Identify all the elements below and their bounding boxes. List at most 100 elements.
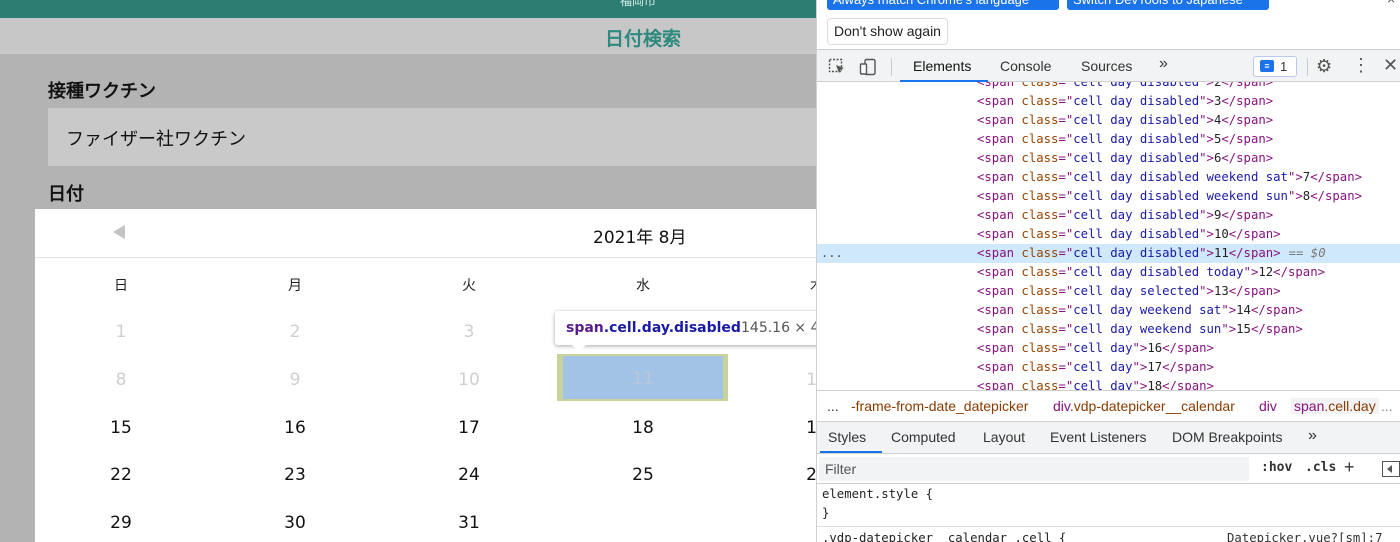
close-icon[interactable]: ✕ — [1383, 55, 1398, 76]
tab-computed[interactable]: Computed — [891, 429, 956, 445]
prev-month-icon[interactable] — [113, 225, 125, 239]
node-text: 11 — [1213, 246, 1229, 260]
vaccine-select[interactable]: ファイザー社ワクチン — [48, 108, 816, 166]
crumb-tag: div — [1053, 398, 1070, 414]
tab-console[interactable]: Console — [1000, 58, 1051, 74]
hov-button[interactable]: :hov — [1261, 460, 1292, 475]
dom-node[interactable]: <span class="cell day weekend sun">15</s… — [817, 320, 1400, 339]
source-link[interactable]: Datepicker.vue?[sm]:7 — [1227, 531, 1382, 542]
dom-node[interactable]: <span class="cell day">18</span> — [817, 377, 1400, 390]
tooltip-class: .cell.day.disabled — [603, 320, 741, 336]
breadcrumb-trailing[interactable]: ... — [1381, 398, 1393, 414]
breadcrumb-calendar[interactable]: div.vdp-datepicker__calendar — [1053, 398, 1235, 414]
attr-close: "> — [1199, 246, 1214, 260]
elements-tree[interactable]: <span class="cell day disabled">2</span>… — [817, 82, 1400, 390]
switch-language-button[interactable]: Switch DevTools to Japanese — [1067, 0, 1269, 10]
attr-close: "> — [1199, 82, 1214, 89]
more-subtabs-icon[interactable]: » — [1308, 427, 1317, 445]
day-cell[interactable]: 26 — [787, 465, 816, 485]
attr-name: class — [1021, 303, 1059, 317]
close-tag: </span> — [1228, 246, 1281, 260]
tab-sources[interactable]: Sources — [1081, 58, 1132, 74]
filter-input[interactable] — [819, 457, 1249, 481]
day-cell[interactable]: 29 — [91, 513, 151, 533]
tab-dom-breakpoints[interactable]: DOM Breakpoints — [1172, 429, 1282, 445]
breadcrumb-frame[interactable]: -frame-from-date_datepicker — [851, 398, 1028, 414]
attr-eq: =" — [1058, 189, 1074, 203]
day-cell: 3 — [463, 322, 475, 342]
device-toolbar-icon[interactable] — [859, 58, 877, 80]
attr-value: cell day — [1073, 341, 1133, 355]
dom-node[interactable]: <span class="cell day">17</span> — [817, 358, 1400, 377]
attr-close: "> — [1287, 170, 1303, 184]
dom-node-markup: <span class="cell day disabled weekend s… — [977, 187, 1362, 206]
day-cell[interactable]: 30 — [265, 513, 325, 533]
attr-close: "> — [1132, 341, 1148, 355]
open-tag: <span — [977, 113, 1022, 127]
day-cell[interactable]: 19 — [787, 418, 816, 438]
day-cell[interactable]: 22 — [91, 465, 151, 485]
dom-node[interactable]: <span class="cell day disabled">3</span> — [817, 92, 1400, 111]
attr-name: class — [1021, 322, 1059, 336]
day-cell[interactable]: 15 — [91, 418, 151, 438]
new-rule-button[interactable]: + — [1344, 457, 1355, 478]
month-label: 2021年 8月 — [593, 228, 687, 248]
dom-node-selected[interactable]: ... <span class="cell day disabled">11</s… — [817, 244, 1400, 263]
dom-node[interactable]: <span class="cell day disabled">6</span> — [817, 149, 1400, 168]
day-cell[interactable]: 17 — [439, 418, 499, 438]
element-style-rule[interactable]: element.style { — [822, 487, 933, 501]
node-text: 12 — [1258, 265, 1274, 279]
vaccine-label: 接種ワクチン — [48, 81, 156, 102]
dom-node[interactable]: <span class="cell day selected">13</span… — [817, 282, 1400, 301]
day-cell[interactable]: 31 — [439, 513, 499, 533]
breadcrumb-span[interactable]: span.cell.day — [1291, 398, 1379, 414]
breadcrumb-div[interactable]: div — [1259, 398, 1277, 414]
attr-eq: =" — [1058, 265, 1074, 279]
toolbar-divider — [891, 58, 892, 76]
dom-node-markup: <span class="cell day weekend sat">14</s… — [977, 301, 1303, 320]
day-cell: 10 — [458, 370, 480, 390]
dom-node[interactable]: <span class="cell day disabled">2</span> — [817, 82, 1400, 92]
dom-node-markup: <span class="cell day">17</span> — [977, 358, 1214, 377]
open-tag: <span — [977, 189, 1022, 203]
match-language-button[interactable]: Always match Chrome's language — [827, 0, 1059, 10]
day-cell[interactable]: 18 — [613, 418, 673, 438]
more-tabs-icon[interactable]: » — [1159, 55, 1168, 73]
kebab-menu-icon[interactable]: ⋮ — [1352, 55, 1370, 76]
banner-close-icon[interactable]: × — [1387, 0, 1395, 7]
dom-node[interactable]: <span class="cell day">16</span> — [817, 339, 1400, 358]
dont-show-again-button[interactable]: Don't show again — [827, 18, 948, 45]
day-cell[interactable]: 23 — [265, 465, 325, 485]
cls-button[interactable]: .cls — [1305, 460, 1336, 475]
day-cell[interactable]: 25 — [613, 465, 673, 485]
rule-close-brace: } — [822, 506, 830, 520]
issues-badge[interactable]: ≡ 1 — [1253, 56, 1297, 77]
open-tag: <span — [977, 265, 1022, 279]
close-tag: </span> — [1250, 303, 1303, 317]
day-cell[interactable]: 16 — [265, 418, 325, 438]
day-cell[interactable]: 24 — [439, 465, 499, 485]
dom-node[interactable]: <span class="cell day disabled">9</span> — [817, 206, 1400, 225]
dom-node[interactable]: <span class="cell day disabled">10</span… — [817, 225, 1400, 244]
attr-value: cell day disabled — [1073, 132, 1200, 146]
toggle-sidebar-icon[interactable] — [1382, 461, 1400, 477]
attr-eq: =" — [1058, 322, 1074, 336]
dom-node[interactable]: <span class="cell day disabled weekend s… — [817, 187, 1400, 206]
css-rule-selector[interactable]: .vdp-datepicker__calendar .cell { — [822, 531, 1066, 542]
attr-name: class — [1021, 170, 1059, 184]
node-actions-icon[interactable]: ... — [821, 244, 843, 263]
tab-styles[interactable]: Styles — [828, 429, 866, 445]
dom-node[interactable]: <span class="cell day disabled">5</span> — [817, 130, 1400, 149]
dom-node[interactable]: <span class="cell day weekend sat">14</s… — [817, 301, 1400, 320]
dom-node[interactable]: <span class="cell day disabled weekend s… — [817, 168, 1400, 187]
gear-icon[interactable]: ⚙ — [1316, 56, 1332, 77]
tab-elements[interactable]: Elements — [913, 58, 971, 74]
tab-layout[interactable]: Layout — [983, 429, 1025, 445]
dom-node[interactable]: <span class="cell day disabled">4</span> — [817, 111, 1400, 130]
dom-node-markup: <span class="cell day disabled">4</span> — [977, 111, 1273, 130]
app-topbar: 福岡市 — [0, 0, 816, 18]
dom-node[interactable]: <span class="cell day disabled today">12… — [817, 263, 1400, 282]
breadcrumb-overflow[interactable]: ... — [827, 398, 839, 414]
inspect-element-icon[interactable] — [828, 58, 846, 80]
tab-event-listeners[interactable]: Event Listeners — [1050, 429, 1147, 445]
